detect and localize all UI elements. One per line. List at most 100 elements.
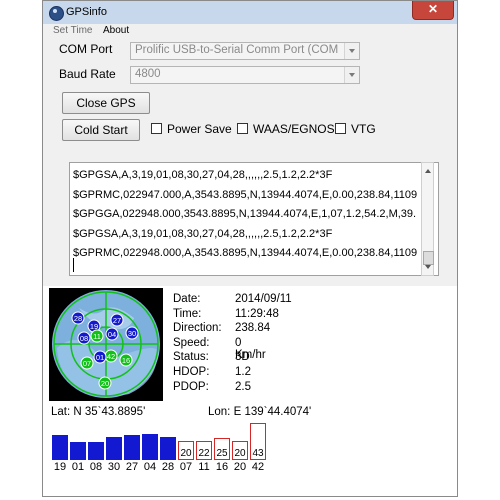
signal-strength-bars: 19 01 08 30 27 04 28 20 07 22 11 25 16 20 20 43 42 bbox=[43, 418, 457, 496]
nmea-line: $GPGSA,A,3,19,01,08,30,27,04,28,,,,,,2.5… bbox=[73, 227, 333, 240]
nmea-line: $GPRMC,022948.000,A,3543.8895,N,13944.40… bbox=[73, 247, 418, 260]
signal-bar-19 bbox=[52, 435, 68, 460]
signal-id-16: 16 bbox=[215, 461, 229, 473]
status-label: Status: bbox=[173, 351, 209, 364]
satellite-id: 08 bbox=[80, 334, 88, 343]
satellite-id: 30 bbox=[128, 329, 136, 338]
close-button[interactable]: ✕ bbox=[412, 1, 454, 20]
pdop-value: 2.5 bbox=[235, 380, 251, 393]
satellite-marker-42: 42 bbox=[104, 349, 118, 363]
signal-id-27: 27 bbox=[125, 461, 139, 473]
date-value: 2014/09/11 bbox=[235, 293, 292, 305]
scroll-up-icon[interactable] bbox=[425, 169, 431, 173]
signal-id-07: 07 bbox=[179, 461, 193, 473]
status-value: 3D bbox=[235, 351, 250, 364]
gps-status-panel: 28 19 27 30 08 11 04 42 01 16 07 20 Date: 2014/09/11… bbox=[43, 286, 457, 496]
satellite-id: 07 bbox=[83, 359, 91, 368]
speed-label: Speed: bbox=[173, 336, 210, 349]
longitude: Lon: E 139`44.4074' bbox=[208, 406, 312, 418]
satellite-marker-30: 30 bbox=[125, 326, 139, 340]
signal-bar-30 bbox=[106, 437, 122, 460]
satellite-id: 11 bbox=[93, 332, 101, 341]
scroll-thumb[interactable] bbox=[423, 251, 434, 265]
direction-label: Direction: bbox=[173, 322, 222, 335]
power-save-checkbox[interactable]: Power Save bbox=[151, 122, 232, 136]
signal-id-42: 42 bbox=[251, 461, 265, 473]
com-port-select[interactable]: Prolific USB-to-Serial Comm Port (COM bbox=[130, 42, 360, 60]
signal-bar-01 bbox=[70, 442, 86, 460]
chevron-down-icon[interactable] bbox=[344, 43, 359, 59]
vtg-checkbox[interactable]: VTG bbox=[335, 122, 376, 136]
com-port-label: COM Port bbox=[59, 42, 113, 56]
cold-start-button[interactable]: Cold Start bbox=[62, 119, 140, 141]
nmea-lines: $GPGSA,A,3,19,01,08,30,27,04,28,,,,,,2.5… bbox=[73, 166, 417, 264]
satellite-marker-11: 11 bbox=[90, 329, 104, 343]
signal-bar-28 bbox=[160, 437, 176, 460]
signal-id-01: 01 bbox=[71, 461, 85, 473]
satellite-id: 20 bbox=[101, 379, 109, 388]
satellite-marker-07: 07 bbox=[80, 356, 94, 370]
chevron-down-icon[interactable] bbox=[344, 67, 359, 83]
signal-bar-08 bbox=[88, 442, 104, 460]
baud-rate-label: Baud Rate bbox=[59, 67, 116, 81]
vtg-label: VTG bbox=[351, 122, 376, 136]
pdop-label: PDOP: bbox=[173, 380, 209, 393]
nmea-line: $GPGGA,022948.000,3543.8895,N,13944.4074… bbox=[73, 208, 417, 221]
scroll-down-icon[interactable] bbox=[425, 265, 431, 269]
satellite-marker-20: 20 bbox=[98, 376, 112, 390]
date-label: Date: bbox=[173, 293, 201, 305]
power-save-label: Power Save bbox=[167, 122, 232, 136]
menu-set-time[interactable]: Set Time bbox=[53, 25, 92, 36]
satellite-id: 28 bbox=[74, 314, 82, 323]
satellite-marker-04: 04 bbox=[105, 327, 119, 341]
signal-id-11: 11 bbox=[198, 461, 210, 473]
latitude: Lat: N 35`43.8895' bbox=[51, 406, 146, 418]
close-gps-button[interactable]: Close GPS bbox=[62, 92, 150, 114]
satellite-marker-08: 08 bbox=[77, 331, 91, 345]
nmea-line: $GPGSA,A,3,19,01,08,30,27,04,28,,,,,,2.5… bbox=[73, 169, 333, 181]
window-title: GPSinfo bbox=[66, 6, 107, 18]
signal-id-04: 04 bbox=[143, 461, 157, 473]
close-icon: ✕ bbox=[427, 2, 439, 16]
direction-value: 238.84 bbox=[235, 322, 271, 335]
satellite-id: 01 bbox=[96, 353, 104, 362]
checkbox-box[interactable] bbox=[335, 123, 346, 134]
signal-id-30: 30 bbox=[107, 461, 121, 473]
satellite-marker-16: 16 bbox=[119, 353, 133, 367]
satellite-id: 04 bbox=[108, 330, 116, 339]
text-caret bbox=[73, 258, 74, 272]
signal-value-11: 22 bbox=[198, 448, 210, 459]
satellite-id: 27 bbox=[113, 316, 121, 325]
hdop-label: HDOP: bbox=[173, 365, 210, 378]
signal-bar-27 bbox=[124, 435, 140, 460]
nmea-log[interactable]: $GPGSA,A,3,19,01,08,30,27,04,28,,,,,,2.5… bbox=[69, 162, 439, 276]
time-label: Time: bbox=[173, 307, 202, 320]
waas-checkbox[interactable]: WAAS/EGNOS bbox=[237, 122, 335, 136]
checkbox-box[interactable] bbox=[151, 123, 162, 134]
signal-value-20: 20 bbox=[234, 448, 246, 459]
signal-value-07: 20 bbox=[180, 448, 192, 459]
signal-id-20: 20 bbox=[233, 461, 247, 473]
satellite-marker-01: 01 bbox=[93, 350, 107, 364]
time-value: 11:29:48 bbox=[235, 307, 279, 320]
app-icon bbox=[49, 6, 64, 21]
signal-id-28: 28 bbox=[161, 461, 175, 473]
nmea-line: $GPRMC,022947.000,A,3543.8895,N,13944.40… bbox=[73, 188, 418, 201]
satellite-marker-28: 28 bbox=[71, 311, 85, 325]
nmea-scrollbar[interactable] bbox=[421, 162, 434, 276]
signal-value-16: 25 bbox=[216, 448, 228, 459]
signal-id-19: 19 bbox=[53, 461, 67, 473]
baud-rate-select[interactable]: 4800 bbox=[130, 66, 360, 84]
signal-value-42: 43 bbox=[252, 448, 264, 459]
checkbox-box[interactable] bbox=[237, 123, 248, 134]
title-bar[interactable]: GPSinfo ✕ bbox=[43, 1, 457, 24]
satellite-marker-27: 27 bbox=[110, 313, 124, 327]
menu-about[interactable]: About bbox=[103, 25, 129, 36]
com-port-value: Prolific USB-to-Serial Comm Port (COM bbox=[135, 44, 339, 56]
menu-bar: Set Time About bbox=[43, 24, 457, 39]
waas-label: WAAS/EGNOS bbox=[253, 122, 335, 136]
skyplot-svg: 2819273008 11 044201 160720 bbox=[52, 290, 160, 398]
gpsinfo-window: GPSinfo ✕ Set Time About COM Port Prolif… bbox=[42, 0, 458, 497]
satellite-id: 16 bbox=[122, 356, 130, 365]
baud-rate-value: 4800 bbox=[135, 68, 161, 80]
